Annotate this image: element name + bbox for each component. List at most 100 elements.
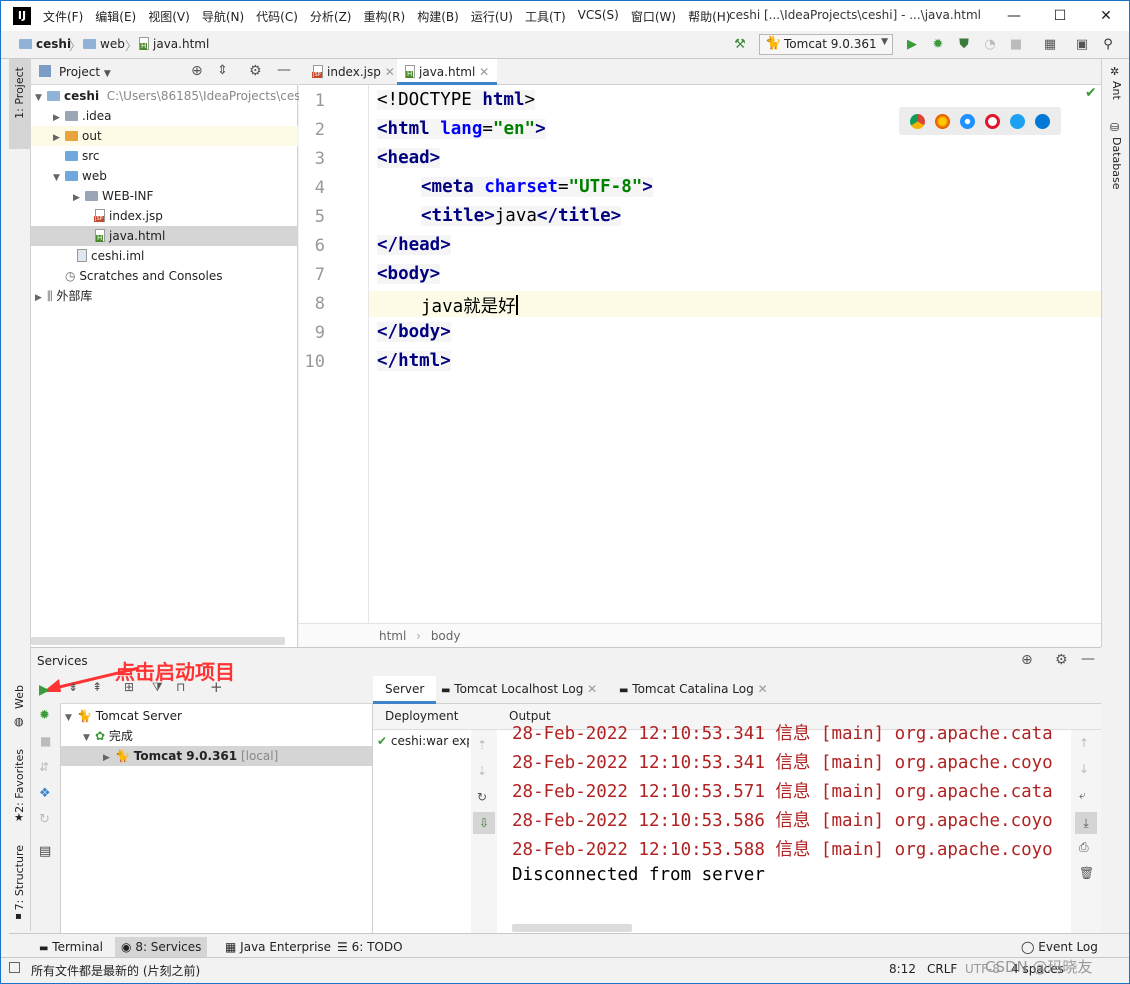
update-icon[interactable]: ⇵ [39, 760, 49, 774]
horizontal-scrollbar[interactable] [31, 637, 285, 645]
breadcrumb-file[interactable]: java.html [139, 37, 209, 51]
tab-java-html[interactable]: java.html ✕ [397, 59, 498, 85]
menu-vcs[interactable]: VCS(S) [578, 8, 619, 25]
menu-edit[interactable]: 编辑(E) [95, 8, 136, 25]
deploy-up-icon[interactable]: ⇡ [477, 738, 487, 752]
tree-item-ceshi-iml[interactable]: ceshi.iml [31, 246, 298, 266]
group-by-icon[interactable]: ⊞ [124, 680, 134, 694]
tab-localhost-log[interactable]: ▬ Tomcat Localhost Log ✕ [441, 682, 597, 696]
service-tomcat-server[interactable]: ▼ 🐈 Tomcat Server [61, 706, 372, 726]
trash-icon[interactable]: 🗑 [1079, 866, 1094, 880]
stop-square-icon[interactable]: ■ [1007, 36, 1025, 54]
tab-index-jsp[interactable]: index.jsp ✕ [305, 59, 403, 85]
print-icon[interactable]: ⎙ [1079, 840, 1089, 855]
target-icon[interactable]: ⊕ [1021, 652, 1033, 668]
caret-position[interactable]: 8:12 [889, 962, 916, 976]
tab-catalina-log[interactable]: ▬ Tomcat Catalina Log ✕ [619, 682, 768, 696]
service-group-finished[interactable]: ▼ ✿ 完成 [61, 726, 372, 746]
new-tab-icon[interactable]: ⊓ [176, 680, 185, 694]
build-hammer-icon[interactable]: ⚒ [731, 36, 749, 54]
soft-wrap-icon[interactable]: ⤶ [1079, 788, 1086, 803]
tree-item-external-libraries[interactable]: ▶ ⫼ 外部库 [31, 286, 298, 306]
collapse-all-icon[interactable]: ⇕ [217, 63, 228, 78]
menu-help[interactable]: 帮助(H) [688, 8, 730, 25]
refresh-icon[interactable]: ↻ [39, 812, 50, 827]
close-tab-icon[interactable]: ✕ [587, 682, 597, 696]
breadcrumb-html[interactable]: html [379, 629, 406, 643]
collapse-all-icon[interactable]: ⇞ [92, 680, 102, 694]
profile-icon[interactable]: ◔ [981, 36, 999, 54]
debug-bug-icon[interactable]: ✹ [929, 36, 947, 54]
breadcrumb-project[interactable]: ceshi [19, 37, 71, 51]
run-play-icon[interactable]: ▶ [903, 36, 921, 54]
search-icon[interactable]: ⚲ [1099, 36, 1117, 54]
database-tool-tab[interactable]: Database [1110, 137, 1123, 190]
favorites-tool-tab[interactable]: 2: Favorites [13, 749, 26, 813]
tree-item-out[interactable]: ▶ out [31, 126, 298, 146]
menu-window[interactable]: 窗口(W) [631, 8, 676, 25]
locate-target-icon[interactable]: ⊕ [191, 63, 203, 79]
code-editor[interactable]: 1 2 3 4 5 6 7 8 9 10 <!DOCTYPE html> <ht… [299, 85, 1101, 623]
debug-bug-icon[interactable]: ✹ [39, 708, 50, 723]
menu-tools[interactable]: 工具(T) [525, 8, 566, 25]
menu-analyze[interactable]: 分析(Z) [310, 8, 352, 25]
tab-event-log[interactable]: ◯ Event Log [1015, 937, 1104, 957]
tree-item-idea[interactable]: ▶ .idea [31, 106, 298, 126]
ie-icon[interactable] [1010, 113, 1025, 129]
structure-tool-tab[interactable]: 7: Structure [13, 845, 26, 910]
tree-item-web-inf[interactable]: ▶ WEB-INF [31, 186, 298, 206]
tab-services[interactable]: ◉ 8: Services [115, 937, 208, 957]
horizontal-scrollbar[interactable] [512, 924, 632, 932]
coverage-shield-icon[interactable]: ⛊ [955, 36, 973, 54]
tree-item-java-html[interactable]: java.html [31, 226, 298, 246]
chrome-icon[interactable] [910, 113, 925, 129]
breadcrumb-web[interactable]: web [83, 37, 125, 51]
close-tab-icon[interactable]: ✕ [385, 65, 395, 79]
edge-icon[interactable] [1035, 113, 1050, 129]
tab-terminal[interactable]: ▬ Terminal [33, 937, 109, 957]
layout-icon[interactable]: ▤ [39, 844, 51, 859]
web-tool-tab[interactable]: Web [13, 685, 26, 709]
add-service-icon[interactable]: + [210, 678, 223, 696]
run-play-icon[interactable]: ▶ [39, 682, 50, 698]
run-config-selector[interactable]: 🐈 Tomcat 9.0.361 ▼ [759, 34, 893, 55]
breadcrumb-body[interactable]: body [431, 629, 461, 643]
tree-item-web[interactable]: ▼ web [31, 166, 298, 186]
tree-item-index-jsp[interactable]: index.jsp [31, 206, 298, 226]
layout-icon[interactable]: ▣ [1073, 36, 1091, 54]
tree-item-src[interactable]: src [31, 146, 298, 166]
close-tab-icon[interactable]: ✕ [479, 65, 489, 79]
service-tomcat-instance[interactable]: ▶ 🐈 Tomcat 9.0.361 [local] [61, 746, 372, 766]
hide-panel-icon[interactable]: — [277, 62, 291, 78]
scroll-down-icon[interactable]: ↓ [1079, 762, 1089, 776]
safari-icon[interactable] [960, 113, 975, 129]
menu-refactor[interactable]: 重构(R) [364, 8, 406, 25]
scroll-to-end-icon[interactable]: ⤓ [1075, 812, 1097, 834]
menu-run[interactable]: 运行(U) [471, 8, 513, 25]
tab-todo[interactable]: ☰ 6: TODO [331, 937, 409, 957]
hide-panel-icon[interactable]: — [1081, 651, 1095, 667]
line-separator[interactable]: CRLF [927, 962, 957, 976]
firefox-icon[interactable] [935, 113, 950, 129]
deployment-item[interactable]: ✔ ceshi:war exp [377, 734, 469, 748]
gear-icon[interactable]: ⚙ [1055, 652, 1068, 668]
minimize-button[interactable]: — [991, 1, 1037, 31]
menu-view[interactable]: 视图(V) [148, 8, 190, 25]
stop-square-icon[interactable]: ■ [40, 734, 51, 748]
menu-build[interactable]: 构建(B) [417, 8, 459, 25]
deploy-down-icon[interactable]: ⇣ [477, 764, 487, 778]
download-icon[interactable]: ⇩ [473, 812, 495, 834]
expand-all-icon[interactable]: ⇟ [68, 680, 78, 694]
menu-code[interactable]: 代码(C) [256, 8, 298, 25]
tool-windows-icon[interactable] [9, 962, 20, 973]
maximize-button[interactable]: ☐ [1037, 1, 1083, 31]
filter-icon[interactable]: ⧩ [152, 680, 163, 695]
menu-navigate[interactable]: 导航(N) [202, 8, 244, 25]
project-structure-icon[interactable]: ▦ [1041, 36, 1059, 54]
tab-server[interactable]: Server [373, 676, 437, 704]
tab-java-enterprise[interactable]: ▦ Java Enterprise [219, 937, 337, 957]
output-console[interactable]: Output 28-Feb-2022 12:10:53.341 信息 [main… [497, 704, 1101, 934]
opera-icon[interactable] [985, 113, 1000, 129]
menu-file[interactable]: 文件(F) [43, 8, 83, 25]
ant-tool-tab[interactable]: Ant [1110, 81, 1123, 100]
